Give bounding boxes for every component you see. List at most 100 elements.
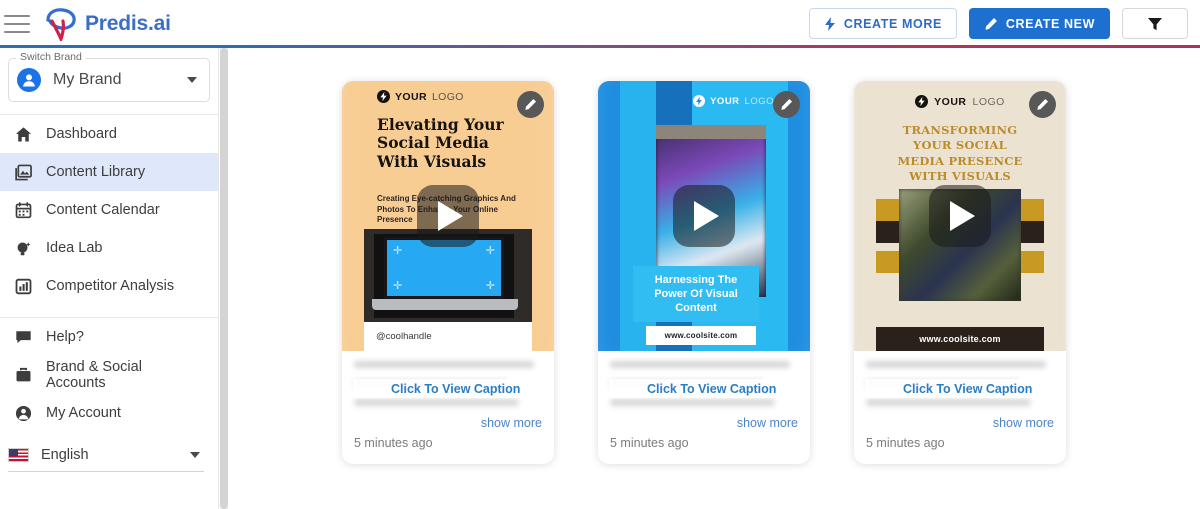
sidebar-item-content-library[interactable]: Content Library <box>0 153 218 191</box>
left-sidebar: Switch Brand My Brand Dashboard Content … <box>0 48 219 509</box>
play-icon[interactable] <box>673 185 735 247</box>
blurred-caption-line <box>354 361 535 368</box>
sidebar-item-label: Content Library <box>46 164 146 180</box>
page-scrollbar[interactable] <box>220 48 228 509</box>
creative-handle: @coolhandle <box>364 322 532 351</box>
pencil-icon <box>525 98 537 110</box>
edit-post-button[interactable] <box>517 91 544 118</box>
top-header-bar: Predis.ai CREATE MORE CREATE NEW <box>0 0 1200 47</box>
post-caption-body: Click To View Caption show more <box>598 351 810 432</box>
sidebar-item-competitor-analysis[interactable]: Competitor Analysis <box>0 267 218 305</box>
calendar-icon <box>14 201 32 219</box>
show-more-link[interactable]: show more <box>993 416 1054 430</box>
post-card[interactable]: YOUR LOGO Elevating Your Social Media Wi… <box>342 81 554 464</box>
bolt-badge-icon <box>377 90 390 103</box>
blurred-caption-line <box>610 399 776 406</box>
blurred-caption-line <box>610 361 791 368</box>
show-more-link[interactable]: show more <box>481 416 542 430</box>
sidebar-item-dashboard[interactable]: Dashboard <box>0 115 218 153</box>
pencil-icon <box>1037 98 1049 110</box>
sidebar-item-idea-lab[interactable]: Idea Lab <box>0 229 218 267</box>
create-more-button[interactable]: CREATE MORE <box>808 8 957 39</box>
header-actions: CREATE MORE CREATE NEW <box>808 8 1188 39</box>
post-timestamp: 5 minutes ago <box>866 436 945 450</box>
post-caption-body: Click To View Caption show more <box>854 351 1066 432</box>
play-icon[interactable] <box>929 185 991 247</box>
sidebar-item-label: Help? <box>46 329 84 345</box>
view-caption-overlay[interactable]: Click To View Caption <box>865 379 1057 398</box>
post-media[interactable]: YOUR LOGO Elevating Your Social Media Wi… <box>342 81 554 351</box>
page-scrollbar-thumb[interactable] <box>220 48 228 509</box>
edit-post-button[interactable] <box>1029 91 1056 118</box>
creative-logo: YOUR LOGO <box>693 95 774 107</box>
filter-icon <box>1148 17 1162 30</box>
view-caption-overlay[interactable]: Click To View Caption <box>353 379 545 398</box>
post-card[interactable]: YOUR LOGO Harnessing The Power Of Visual… <box>598 81 810 464</box>
creative-logo-bold: YOUR <box>710 95 740 107</box>
chevron-down-icon <box>187 77 197 83</box>
brand-switcher[interactable]: Switch Brand My Brand <box>8 51 210 102</box>
post-card[interactable]: YOUR LOGO TRANSFORMING YOUR SOCIAL MEDIA… <box>854 81 1066 464</box>
bar-chart-icon <box>14 277 32 295</box>
edit-post-button[interactable] <box>773 91 800 118</box>
filter-button[interactable] <box>1122 8 1188 39</box>
blurred-caption-line <box>866 361 1047 368</box>
creative-logo-light: LOGO <box>431 90 464 103</box>
pencil-icon <box>781 98 793 110</box>
sidebar-item-my-account[interactable]: My Account <box>0 394 218 432</box>
hamburger-bar <box>4 14 30 17</box>
sidebar-item-label: Brand & Social Accounts <box>46 359 142 391</box>
post-media[interactable]: YOUR LOGO Harnessing The Power Of Visual… <box>598 81 810 351</box>
creative-website: www.coolsite.com <box>876 327 1044 351</box>
sidebar-item-label: Content Calendar <box>46 202 160 218</box>
bolt-badge-icon <box>915 95 929 108</box>
post-media[interactable]: YOUR LOGO TRANSFORMING YOUR SOCIAL MEDIA… <box>854 81 1066 351</box>
sidebar-primary-nav: Dashboard Content Library Content Calend… <box>0 115 218 305</box>
view-caption-overlay[interactable]: Click To View Caption <box>609 379 801 398</box>
hamburger-bar <box>4 22 30 25</box>
bolt-icon <box>824 16 835 31</box>
brand-switcher-legend: Switch Brand <box>16 51 86 63</box>
image-icon <box>14 163 32 181</box>
language-selector[interactable]: English <box>8 438 204 472</box>
bolt-badge-icon <box>693 95 706 107</box>
create-new-label: CREATE NEW <box>1005 16 1095 31</box>
creative-title: Elevating Your Social Media With Visuals <box>377 115 504 171</box>
briefcase-icon <box>14 366 32 384</box>
view-caption-link[interactable]: Click To View Caption <box>391 382 520 396</box>
creative-overlay-caption: Harnessing The Power Of Visual Content <box>633 266 759 323</box>
create-new-button[interactable]: CREATE NEW <box>968 8 1110 39</box>
blurred-caption-line <box>354 399 520 406</box>
play-icon[interactable] <box>417 185 479 247</box>
show-more-link[interactable]: show more <box>737 416 798 430</box>
creative-logo-bold: YOUR <box>934 95 967 108</box>
app-logo[interactable]: Predis.ai <box>42 7 171 41</box>
sidebar-item-brand-social-accounts[interactable]: Brand & Social Accounts <box>0 356 218 394</box>
creative-title: TRANSFORMING YOUR SOCIAL MEDIA PRESENCE … <box>897 123 1023 184</box>
user-avatar-icon <box>17 68 41 92</box>
creative-website: www.coolsite.com <box>646 326 756 345</box>
predis-logo-icon <box>46 7 76 41</box>
post-card-grid: YOUR LOGO Elevating Your Social Media Wi… <box>229 48 1200 464</box>
sidebar-item-content-calendar[interactable]: Content Calendar <box>0 191 218 229</box>
creative-logo: YOUR LOGO <box>876 95 1044 108</box>
view-caption-link[interactable]: Click To View Caption <box>647 382 776 396</box>
chat-bubble-icon <box>14 328 32 346</box>
sidebar-item-label: My Account <box>46 405 121 421</box>
sidebar-item-label: Competitor Analysis <box>46 278 175 294</box>
view-caption-link[interactable]: Click To View Caption <box>903 382 1032 396</box>
sidebar-item-label: Dashboard <box>46 126 117 142</box>
brand-switcher-value: My Brand <box>53 71 122 88</box>
brand-name-text: Predis.ai <box>85 11 171 35</box>
creative-logo-bold: YOUR <box>395 90 427 103</box>
creative-logo-light: LOGO <box>744 95 774 107</box>
pencil-icon <box>985 17 997 30</box>
language-label: English <box>41 446 89 463</box>
hamburger-menu-icon[interactable] <box>4 14 30 33</box>
lightbulb-icon <box>14 239 32 257</box>
chevron-down-icon <box>190 451 200 458</box>
create-more-label: CREATE MORE <box>843 16 942 31</box>
sidebar-item-help[interactable]: Help? <box>0 318 218 356</box>
creative-logo: YOUR LOGO <box>377 90 464 103</box>
post-caption-body: Click To View Caption show more <box>342 351 554 432</box>
